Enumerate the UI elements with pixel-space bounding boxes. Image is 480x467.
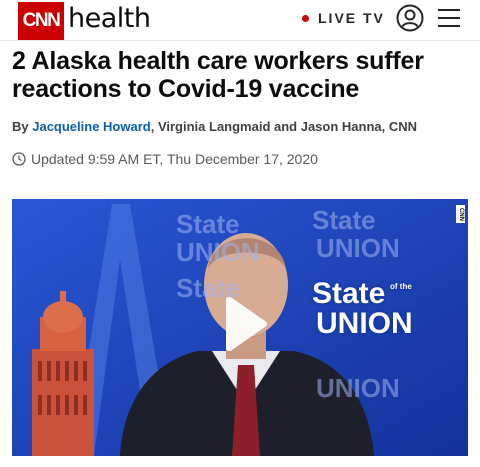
video-player[interactable]: State UNION State UNION State of the UNI… [12,199,468,456]
article-headline: 2 Alaska health care workers suffer reac… [12,47,424,103]
brand-text-main-b: UNION [316,307,413,340]
hamburger-menu-icon[interactable] [438,8,460,28]
brand-text-2b: UNION [316,233,400,263]
timestamp: Updated 9:59 AM ET, Thu December 17, 202… [12,150,318,168]
byline-authors: , Virginia Langmaid and Jason Hanna, CNN [150,119,418,134]
clock-icon [12,152,26,166]
byline-prefix: By [12,119,33,134]
site-header: CNN health LIVE TV [0,0,480,41]
play-icon[interactable] [220,296,268,352]
brand-text-2a: State [312,205,376,235]
live-tv-link[interactable]: LIVE TV [318,9,385,27]
byline: By Jacqueline Howard, Virginia Langmaid … [12,119,472,135]
user-circle-icon[interactable] [396,4,424,32]
author-link[interactable]: Jacqueline Howard [32,119,150,134]
brand-text-1a: State [176,209,240,239]
brand-text-main-small: of the [390,282,412,291]
timestamp-text: Updated 9:59 AM ET, Thu December 17, 202… [31,151,318,167]
brand-text-main-a: State [312,277,386,310]
brand-text-1b: UNION [176,237,260,267]
section-name[interactable]: health [68,0,151,38]
cnn-watermark: CNN [456,205,465,223]
live-dot-icon [302,15,309,22]
cnn-logo[interactable]: CNN [18,2,64,40]
brand-text-3b: UNION [316,373,400,403]
